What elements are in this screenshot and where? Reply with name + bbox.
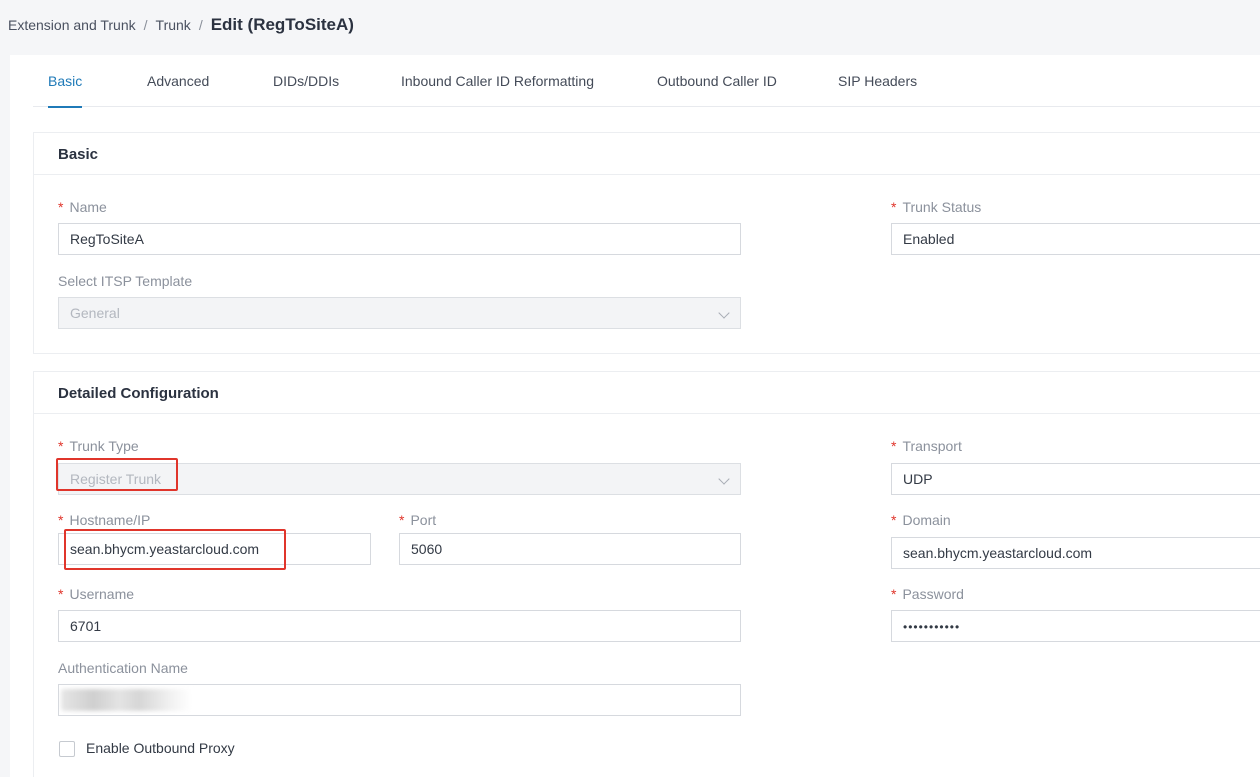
required-marker: * <box>891 512 897 528</box>
breadcrumb-extension-and-trunk[interactable]: Extension and Trunk <box>8 17 136 33</box>
username-label-text: Username <box>69 586 135 602</box>
trunk-status-label-text: Trunk Status <box>902 199 982 215</box>
hostname-input[interactable] <box>70 534 370 564</box>
password-label-text: Password <box>902 586 964 602</box>
trunk-type-value: Register Trunk <box>70 471 162 487</box>
hostname-label: * Hostname/IP <box>58 512 150 528</box>
itsp-template-value: General <box>70 305 120 321</box>
password-masked-value: ••••••••••• <box>903 620 961 634</box>
main-content: Basic Advanced DIDs/DDIs Inbound Caller … <box>10 55 1260 777</box>
domain-label: * Domain <box>891 512 951 528</box>
itsp-template-label: Select ITSP Template <box>58 273 193 289</box>
required-marker: * <box>891 586 897 602</box>
tab-outbound-caller-id[interactable]: Outbound Caller ID <box>657 55 777 107</box>
chevron-down-icon <box>718 473 730 485</box>
tab-sip-headers[interactable]: SIP Headers <box>838 55 917 107</box>
trunk-type-label: * Trunk Type <box>58 438 139 454</box>
port-label-text: Port <box>410 512 437 528</box>
required-marker: * <box>58 438 64 454</box>
trunk-status-label: * Trunk Status <box>891 199 981 215</box>
username-input[interactable] <box>70 611 740 641</box>
breadcrumb-separator: / <box>198 17 203 33</box>
detailed-configuration-panel: Detailed Configuration * Trunk Type Regis… <box>33 371 1260 777</box>
domain-input[interactable] <box>903 538 1260 568</box>
password-field[interactable]: ••••••••••• <box>891 610 1260 642</box>
chevron-down-icon <box>718 307 730 319</box>
required-marker: * <box>891 438 897 454</box>
domain-field[interactable] <box>891 537 1260 569</box>
outbound-proxy-checkbox[interactable] <box>59 741 75 757</box>
tab-dids-ddis[interactable]: DIDs/DDIs <box>273 55 339 107</box>
basic-section-title: Basic <box>34 133 1260 175</box>
name-label: * Name <box>58 199 107 215</box>
password-label: * Password <box>891 586 964 602</box>
page-title: Edit (RegToSiteA) <box>210 15 354 34</box>
required-marker: * <box>58 586 64 602</box>
transport-label-text: Transport <box>902 438 962 454</box>
name-field[interactable] <box>58 223 741 255</box>
username-label: * Username <box>58 586 134 602</box>
trunk-status-value: Enabled <box>903 231 955 247</box>
required-marker: * <box>58 199 64 215</box>
name-label-text: Name <box>69 199 107 215</box>
breadcrumb-separator: / <box>143 17 148 33</box>
redacted-value-blur <box>61 689 191 711</box>
itsp-template-select: General <box>58 297 741 329</box>
hostname-label-text: Hostname/IP <box>69 512 151 528</box>
breadcrumb: Extension and Trunk / Trunk / Edit (RegT… <box>8 14 354 36</box>
auth-name-label: Authentication Name <box>58 660 188 676</box>
tab-basic[interactable]: Basic <box>48 55 83 108</box>
detailed-section-title: Detailed Configuration <box>34 372 1260 414</box>
tab-advanced[interactable]: Advanced <box>147 55 209 107</box>
required-marker: * <box>891 199 897 215</box>
required-marker: * <box>399 512 405 528</box>
transport-label: * Transport <box>891 438 962 454</box>
port-input[interactable] <box>411 534 740 564</box>
port-label: * Port <box>399 512 436 528</box>
username-field[interactable] <box>58 610 741 642</box>
trunk-type-label-text: Trunk Type <box>69 438 139 454</box>
port-field[interactable] <box>399 533 741 565</box>
tab-bar: Basic Advanced DIDs/DDIs Inbound Caller … <box>33 55 1260 108</box>
name-input[interactable] <box>70 224 740 254</box>
transport-select[interactable]: UDP <box>891 463 1260 495</box>
tab-inbound-caller-id-reformatting[interactable]: Inbound Caller ID Reformatting <box>401 55 594 107</box>
trunk-type-select: Register Trunk <box>58 463 741 495</box>
basic-panel: Basic * Name * Trunk Status Enabled Select… <box>33 132 1260 354</box>
required-marker: * <box>58 512 64 528</box>
auth-name-field[interactable] <box>58 684 741 716</box>
hostname-field[interactable] <box>58 533 371 565</box>
trunk-status-select[interactable]: Enabled <box>891 223 1260 255</box>
transport-value: UDP <box>903 471 933 487</box>
outbound-proxy-label: Enable Outbound Proxy <box>86 740 235 756</box>
domain-label-text: Domain <box>902 512 951 528</box>
breadcrumb-trunk[interactable]: Trunk <box>156 17 191 33</box>
